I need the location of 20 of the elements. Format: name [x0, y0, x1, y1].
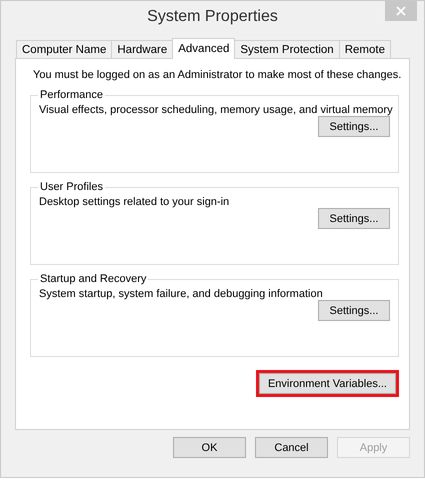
group-description: Visual effects, processor scheduling, memory usage, and virtual memory	[39, 104, 393, 116]
close-button[interactable]	[385, 1, 417, 21]
group-title: User Profiles	[39, 181, 104, 193]
tab[interactable]: System Protection	[234, 40, 340, 58]
group-title: Performance	[39, 89, 104, 101]
tab[interactable]: Computer Name	[16, 40, 112, 58]
tab[interactable]: Advanced	[172, 38, 236, 59]
settings-button[interactable]: Settings...	[318, 300, 390, 321]
tab[interactable]: Remote	[338, 40, 391, 58]
settings-button[interactable]: Settings...	[318, 116, 390, 137]
group-description: Desktop settings related to your sign-in	[39, 196, 230, 208]
close-icon	[396, 6, 406, 16]
dialog-button[interactable]: OK	[173, 437, 246, 458]
group-title: Startup and Recovery	[39, 273, 148, 285]
window-title: System Properties	[147, 8, 278, 26]
settings-button[interactable]: Settings...	[318, 208, 390, 229]
environment-variables-button[interactable]: Environment Variables...	[258, 373, 396, 394]
notice-text: You must be logged on as an Administrator to make most of these changes.	[33, 69, 402, 81]
group-description: System startup, system failure, and debugging information	[39, 288, 323, 300]
dialog-button[interactable]: Cancel	[255, 437, 328, 458]
